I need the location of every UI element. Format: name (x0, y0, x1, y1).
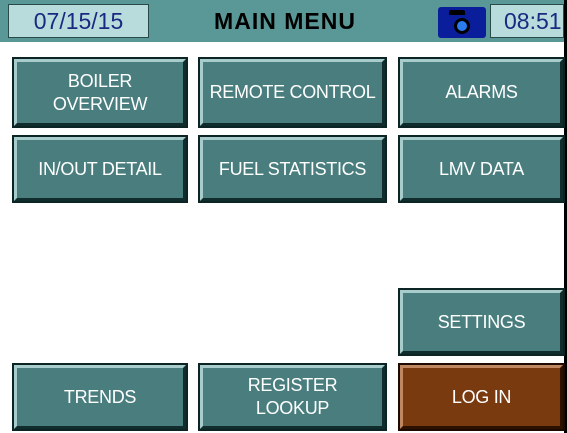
page-title: MAIN MENU (214, 8, 356, 34)
remote-control-button[interactable]: REMOTE CONTROL (198, 57, 387, 128)
register-lookup-button[interactable]: REGISTER LOOKUP (198, 363, 387, 431)
camera-icon[interactable] (438, 7, 486, 38)
alarms-button[interactable]: ALARMS (398, 57, 565, 128)
settings-button[interactable]: SETTINGS (398, 288, 565, 356)
fuel-statistics-button[interactable]: FUEL STATISTICS (198, 135, 387, 203)
lmv-data-button[interactable]: LMV DATA (398, 135, 565, 203)
date-display: 07/15/15 (8, 4, 149, 38)
trends-button[interactable]: TRENDS (12, 363, 188, 431)
time-display: 08:51 (490, 4, 564, 38)
camera-lens-icon (454, 18, 470, 34)
boiler-overview-button[interactable]: BOILER OVERVIEW (12, 57, 188, 128)
header-bar: 07/15/15 MAIN MENU 08:51 (0, 0, 564, 42)
hmi-screen: 07/15/15 MAIN MENU 08:51 BOILER OVERVIEW… (0, 0, 567, 433)
camera-body-icon (449, 10, 465, 15)
log-in-button[interactable]: LOG IN (398, 363, 565, 431)
in-out-detail-button[interactable]: IN/OUT DETAIL (12, 135, 188, 203)
